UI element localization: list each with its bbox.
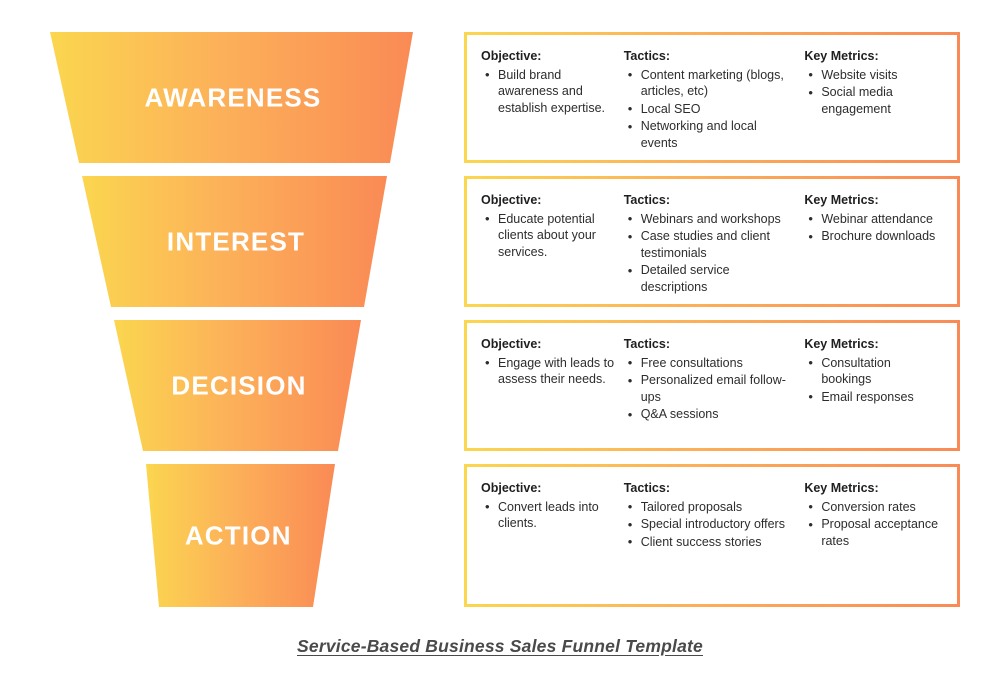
list-item: Website visits bbox=[804, 66, 939, 84]
key-metrics-list: Conversion ratesProposal acceptance rate… bbox=[804, 498, 939, 550]
funnel-diagram: AWARENESS INTEREST DECISION ACTION Objectiv… bbox=[0, 0, 1000, 700]
funnel-segments bbox=[50, 32, 413, 607]
objective-list: Educate potential clients about your ser… bbox=[481, 210, 616, 261]
list-item: Detailed service descriptions bbox=[624, 262, 797, 295]
list-item: Tailored proposals bbox=[624, 498, 797, 516]
objective-heading: Objective: bbox=[481, 193, 542, 207]
tactics-list: Free consultationsPersonalized email fol… bbox=[624, 354, 797, 423]
stage-detail-box: Objective: Educate potential clients abou… bbox=[464, 176, 960, 307]
objective-heading: Objective: bbox=[481, 481, 542, 495]
tactics-column: Tactics: Webinars and workshopsCase studi… bbox=[624, 193, 805, 296]
funnel-segment[interactable] bbox=[146, 464, 335, 607]
key-metrics-list: Webinar attendanceBrochure downloads bbox=[804, 210, 939, 245]
tactics-list: Tailored proposalsSpecial introductory o… bbox=[624, 498, 797, 551]
list-item: Consultation bookings bbox=[804, 354, 939, 388]
key-metrics-column: Key Metrics: Consultation bookingsEmail r… bbox=[804, 337, 947, 406]
key-metrics-list: Website visitsSocial media engagement bbox=[804, 66, 939, 118]
list-item: Networking and local events bbox=[624, 118, 797, 151]
stage-detail-box: Objective:Convert leads into clients.Tac… bbox=[464, 464, 960, 607]
list-item: Social media engagement bbox=[804, 84, 939, 117]
funnel-stage-label: DECISION bbox=[171, 370, 307, 400]
objective-column: Objective: Convert leads into clients. bbox=[481, 481, 624, 533]
list-item: Build brand awareness and establish expe… bbox=[481, 66, 616, 117]
tactics-column: Tactics: Tailored proposalsSpecial introd… bbox=[624, 481, 805, 551]
list-item: Webinar attendance bbox=[804, 210, 939, 228]
funnel-stage-label: INTEREST bbox=[166, 226, 306, 256]
list-item: Special introductory offers bbox=[624, 516, 797, 533]
objective-list: Engage with leads to assess their needs. bbox=[481, 354, 616, 388]
stage-detail-box: Objective: Engage with leads to assess th… bbox=[464, 320, 960, 451]
objective-heading: Objective: bbox=[481, 337, 542, 351]
tactics-list: Webinars and workshopsCase studies and c… bbox=[624, 210, 797, 296]
key-metrics-column: Key Metrics: Webinar attendanceBrochure d… bbox=[804, 193, 947, 246]
funnel-segment[interactable] bbox=[82, 176, 387, 307]
key-metrics-list: Consultation bookingsEmail responses bbox=[804, 354, 939, 406]
stage-detail-box: Objective: Build brand awareness and esta… bbox=[464, 32, 960, 163]
list-item: Convert leads into clients. bbox=[481, 498, 616, 532]
list-item: Engage with leads to assess their needs. bbox=[481, 354, 616, 388]
list-item: Email responses bbox=[804, 388, 939, 406]
tactics-list: Content marketing (blogs, articles, etc)… bbox=[624, 66, 797, 152]
key-metrics-column: Key Metrics: Website visitsSocial media e… bbox=[804, 49, 947, 118]
key-metrics-column: Key Metrics: Conversion ratesProposal acc… bbox=[804, 481, 947, 550]
tactics-heading: Tactics: bbox=[623, 193, 671, 207]
objective-column: Objective: Educate potential clients abou… bbox=[481, 193, 624, 261]
funnel-segment[interactable] bbox=[50, 32, 413, 163]
tactics-column: Tactics: Content marketing (blogs, articl… bbox=[624, 49, 805, 152]
list-item: Client success stories bbox=[624, 533, 797, 551]
list-item: Content marketing (blogs, articles, etc) bbox=[624, 66, 797, 100]
list-item: Brochure downloads bbox=[804, 228, 939, 245]
list-item: Personalized email follow-ups bbox=[624, 372, 797, 405]
tactics-heading: Tactics: bbox=[623, 337, 671, 351]
list-item: Q&A sessions bbox=[624, 406, 797, 423]
tactics-column: Tactics: Free consultationsPersonalized e… bbox=[624, 337, 805, 424]
tactics-heading: Tactics: bbox=[623, 49, 671, 63]
connector-lines bbox=[322, 101, 464, 535]
key-metrics-heading: Key Metrics: bbox=[804, 193, 879, 207]
key-metrics-heading: Key Metrics: bbox=[804, 481, 879, 495]
objective-list: Convert leads into clients. bbox=[481, 498, 616, 532]
page-title: Service-Based Business Sales Funnel Temp… bbox=[297, 636, 703, 656]
key-metrics-heading: Key Metrics: bbox=[804, 49, 879, 63]
funnel-stage-label: ACTION bbox=[184, 520, 292, 550]
list-item: Case studies and client testimonials bbox=[624, 228, 797, 261]
tactics-heading: Tactics: bbox=[623, 481, 671, 495]
objective-column: Objective: Build brand awareness and esta… bbox=[481, 49, 624, 117]
list-item: Free consultations bbox=[624, 354, 797, 372]
list-item: Conversion rates bbox=[804, 498, 939, 516]
list-item: Webinars and workshops bbox=[624, 210, 797, 228]
objective-list: Build brand awareness and establish expe… bbox=[481, 66, 616, 117]
list-item: Educate potential clients about your ser… bbox=[481, 210, 616, 261]
objective-heading: Objective: bbox=[481, 49, 542, 63]
key-metrics-heading: Key Metrics: bbox=[804, 337, 879, 351]
funnel-segment[interactable] bbox=[114, 320, 361, 451]
list-item: Local SEO bbox=[624, 100, 797, 118]
list-item: Proposal acceptance rates bbox=[804, 516, 939, 549]
funnel-stage-label: AWARENESS bbox=[144, 82, 322, 112]
objective-column: Objective: Engage with leads to assess th… bbox=[481, 337, 624, 389]
